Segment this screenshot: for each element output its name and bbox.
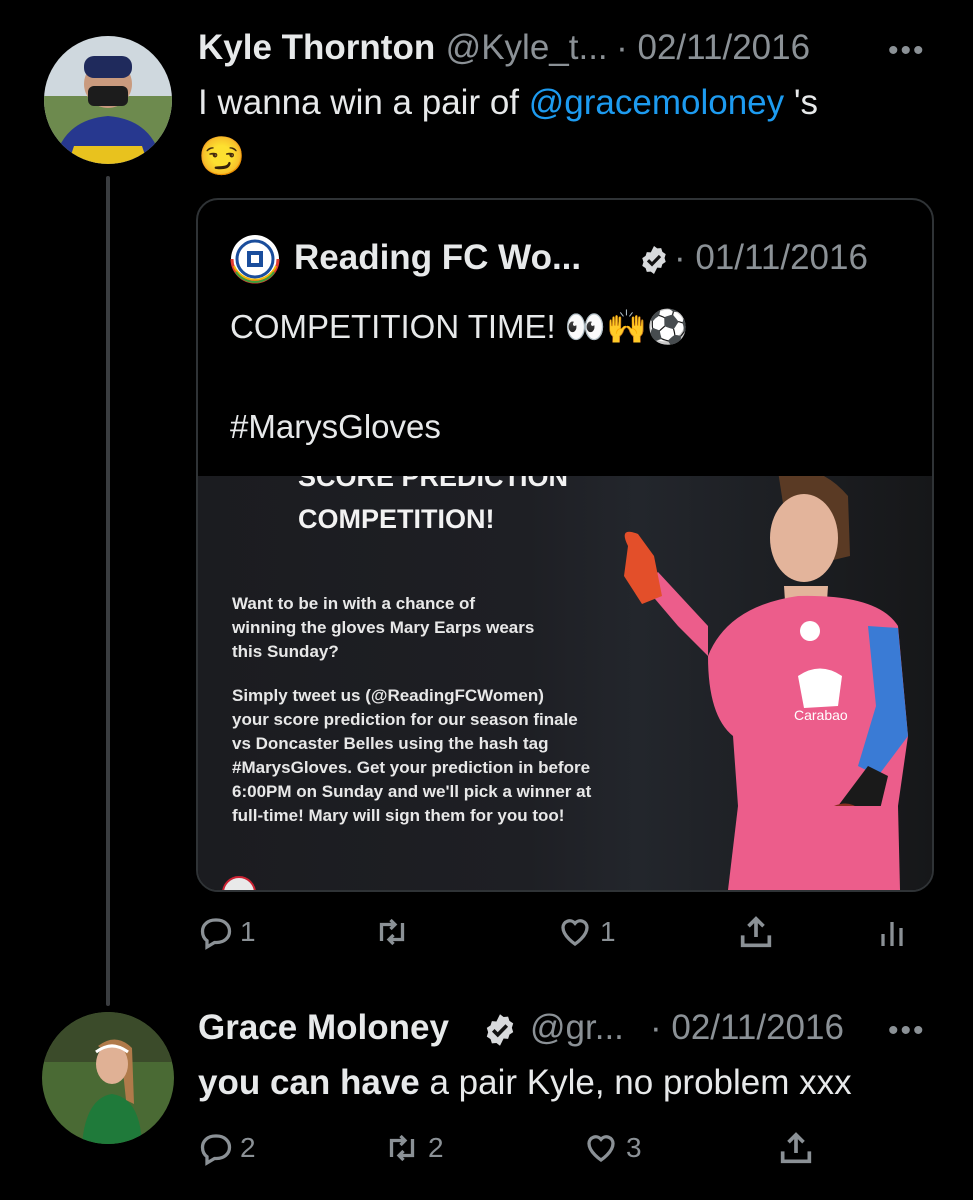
promo-line: your score prediction for our season fin… [232, 710, 578, 729]
author-name[interactable]: Kyle Thornton [198, 28, 435, 67]
share-icon [740, 916, 772, 948]
tweet-date[interactable]: · 02/11/2016 [616, 28, 810, 67]
retweet-count: 2 [428, 1132, 444, 1163]
like-button[interactable]: 3 [582, 1130, 642, 1166]
share-icon [780, 1132, 812, 1164]
quote-media-image[interactable]: SCORE PREDICTION COMPETITION! Want to be… [198, 476, 932, 890]
analytics-icon [881, 922, 903, 946]
tweet1-text: I wanna win a pair of @gracemoloney 's [198, 80, 938, 126]
mention-link[interactable]: @gracemoloney [529, 83, 784, 122]
promo-heading-2: COMPETITION! [298, 504, 495, 534]
reply-button[interactable]: 1 [198, 914, 256, 950]
retweet-button[interactable]: 2 [382, 1130, 444, 1166]
reply-icon [200, 1134, 232, 1166]
avatar-kyle[interactable] [44, 36, 172, 164]
analytics-button[interactable] [874, 914, 910, 954]
reply-count: 1 [240, 916, 256, 947]
promo-line: Simply tweet us (@ReadingFCWomen) [232, 686, 544, 705]
promo-heading-1: SCORE PREDICTION [298, 476, 569, 492]
author-handle[interactable]: @gr... [530, 1008, 624, 1048]
author-name[interactable]: Grace Moloney [198, 1008, 449, 1047]
promo-line: Want to be in with a chance of [232, 594, 476, 613]
goalkeeper-illustration: Carabao [624, 476, 908, 890]
more-options-icon[interactable]: ••• [888, 1014, 926, 1048]
retweet-icon [379, 918, 405, 946]
quoted-tweet-card[interactable]: Reading FC Wo... · 01/11/2016 COMPETITIO… [196, 198, 934, 892]
crest-partial-icon [222, 876, 256, 890]
tweet-text-part: I wanna win a pair of [198, 83, 529, 122]
thread-line [106, 176, 110, 1006]
share-button[interactable] [736, 912, 776, 952]
avatar-kyle-image [44, 36, 172, 164]
retweet-button[interactable] [372, 914, 418, 950]
promo-line: full-time! Mary will sign them for you t… [232, 806, 565, 825]
quote-date[interactable]: · 01/11/2016 [674, 238, 868, 278]
tweet1-header: Kyle Thornton @Kyle_t... · 02/11/2016 [198, 28, 810, 68]
verified-badge-icon [638, 244, 670, 281]
tweet-text-part: 's [784, 83, 819, 122]
promo-line: #MarysGloves. Get your prediction in bef… [232, 758, 591, 777]
share-button[interactable] [776, 1128, 816, 1168]
quote-avatar[interactable] [230, 234, 280, 284]
tweet-text-bold: you can have [198, 1063, 420, 1102]
like-count: 3 [626, 1132, 642, 1163]
verified-badge-icon [482, 1012, 518, 1053]
like-count: 1 [600, 916, 616, 947]
author-handle[interactable]: @Kyle_t... [446, 28, 608, 67]
avatar-grace-image [42, 1012, 174, 1144]
promo-line: winning the gloves Mary Earps wears [232, 618, 535, 637]
quote-hashtag: #MarysGloves [230, 408, 441, 445]
quote-author-name[interactable]: Reading FC Wo... [294, 238, 581, 277]
quote-text-line1: COMPETITION TIME! 👀🙌⚽ [230, 308, 689, 345]
tweet-date[interactable]: · 02/11/2016 [650, 1008, 844, 1048]
heart-icon [587, 1135, 615, 1162]
quote-header: Reading FC Wo... [294, 238, 581, 278]
tweet-text-part: a pair Kyle, no problem xxx [419, 1063, 852, 1102]
promo-paragraph-2: Simply tweet us (@ReadingFCWomen) your s… [232, 684, 591, 828]
tweet2-header: Grace Moloney [198, 1008, 449, 1048]
promo-line: 6:00PM on Sunday and we'll pick a winner… [232, 782, 592, 801]
reading-fc-crest-icon [230, 235, 280, 284]
more-options-icon[interactable]: ••• [888, 34, 926, 68]
promo-line: this Sunday? [232, 642, 339, 661]
retweet-icon [389, 1134, 415, 1162]
reply-icon [200, 918, 232, 950]
tweet2-text: you can have a pair Kyle, no problem xxx [198, 1060, 852, 1106]
sponsor-text: Carabao [794, 707, 848, 723]
smirk-emoji: 😏 [198, 136, 246, 178]
reply-count: 2 [240, 1132, 256, 1163]
like-button[interactable]: 1 [556, 914, 616, 950]
promo-line: vs Doncaster Belles using the hash tag [232, 734, 549, 753]
heart-icon [561, 919, 589, 946]
avatar-grace[interactable] [42, 1012, 174, 1144]
reply-button[interactable]: 2 [198, 1130, 256, 1166]
promo-paragraph-1: Want to be in with a chance of winning t… [232, 592, 534, 664]
